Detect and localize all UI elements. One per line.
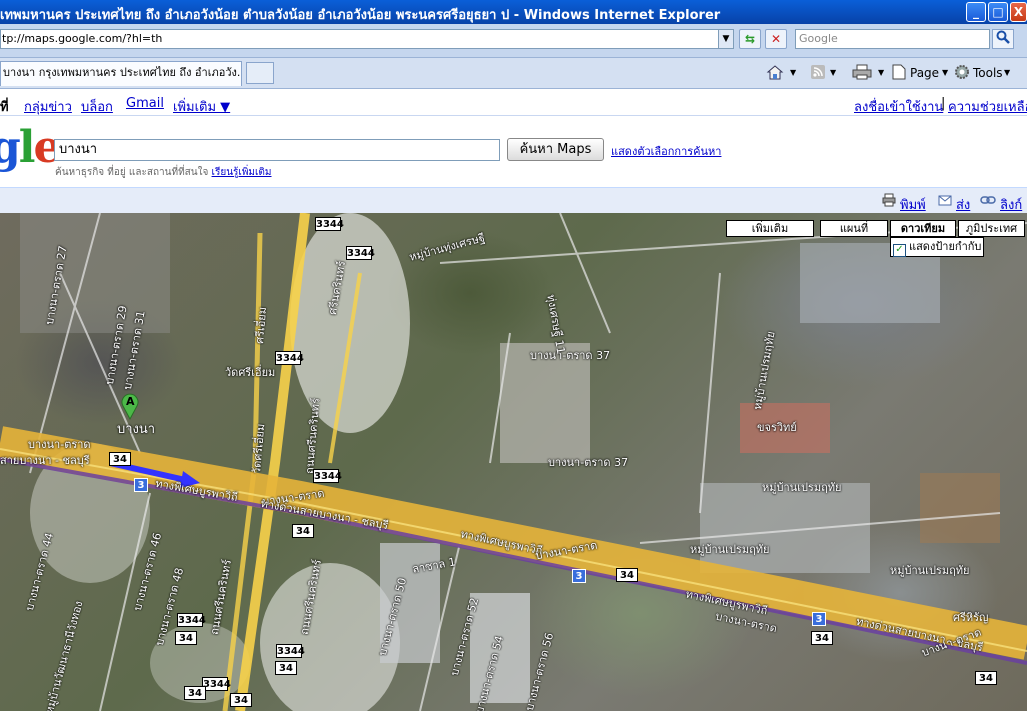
building-block [700, 483, 870, 573]
signin-link[interactable]: ลงชื่อเข้าใช้งาน [854, 96, 943, 117]
minimize-button[interactable]: _ [966, 2, 986, 22]
shield-34: 34 [811, 631, 833, 645]
shield-34: 34 [230, 693, 252, 707]
shield-34: 34 [975, 671, 997, 685]
building-block [920, 473, 1000, 543]
shield-3344: 3344 [315, 217, 344, 231]
address-input[interactable]: tp://maps.google.com/?hl=th [0, 29, 733, 49]
address-bar-row: tp://maps.google.com/?hl=th ▼ ⇆ ✕ Google [0, 24, 1027, 58]
search-maps-button[interactable]: ค้นหา Maps [507, 138, 604, 161]
map-type-terrain-button[interactable]: ภูมิประเทศ [958, 220, 1025, 237]
show-labels-option[interactable]: ✓ แสดงป้ายกำกับ [890, 237, 984, 257]
print-dropdown-icon[interactable]: ▼ [878, 64, 884, 82]
email-icon[interactable] [938, 193, 952, 207]
map-action-strip: พิมพ์ ส่ง ลิงก์ [0, 187, 1027, 214]
label-khlongsong: ขจรวิทย์ [757, 421, 797, 434]
marker-a-label: A [126, 395, 135, 408]
print-icon[interactable] [882, 193, 896, 207]
stop-icon[interactable]: ✕ [765, 29, 787, 49]
shield-34: 34 [292, 524, 314, 538]
maps-search-input[interactable]: บางนา [54, 139, 500, 161]
page-dropdown-icon[interactable]: ▼ [942, 64, 948, 82]
shield-34: 34 [616, 568, 638, 582]
feeds-icon[interactable] [810, 64, 826, 82]
shield-3: 3 [812, 612, 826, 626]
label-bangna-trat-37-b: บางนา-ตราด 37 [548, 456, 629, 469]
print-icon[interactable] [852, 64, 872, 82]
gbar-link-blogs[interactable]: บล็อก [81, 96, 113, 117]
label-wat-si-iam: วัดศรีเอี่ยม [225, 366, 276, 379]
map-more-button[interactable]: เพิ่มเติม [726, 220, 814, 237]
tab-row: บางนา กรุงเทพมหานคร ประเทศไทย ถึง อำเภอว… [0, 58, 1027, 89]
print-link[interactable]: พิมพ์ [900, 194, 926, 215]
close-button[interactable]: X [1010, 2, 1027, 22]
shield-3344: 3344 [313, 469, 342, 483]
shield-3344: 3344 [177, 613, 206, 627]
shield-3344: 3344 [346, 246, 375, 260]
label-expressway-short: สายบางนา - ชลบุรี [0, 454, 90, 467]
link-icon[interactable] [980, 193, 996, 207]
home-dropdown-icon[interactable]: ▼ [790, 64, 796, 82]
label-village-premruthai: หมู่บ้านเปรมฤทัย [762, 481, 842, 494]
label-village-premruthai3: หมู่บ้านเปรมฤทัย [890, 564, 970, 577]
window-title: เทพมหานคร ประเทศไทย ถึง อำเภอวังน้อย ตำบ… [0, 8, 721, 23]
shield-3344: 3344 [275, 351, 304, 365]
gbar-link-gmail[interactable]: Gmail [126, 96, 164, 111]
search-options-link[interactable]: แสดงตัวเลือกการค้นหา [611, 142, 721, 160]
label-sriharat: ศรีหิรัญ [953, 611, 989, 624]
checkbox-checked-icon[interactable]: ✓ [893, 244, 906, 257]
link-link[interactable]: ลิงก์ [1000, 194, 1022, 215]
learn-more-link[interactable]: เรียนรู้เพิ่มเติม [212, 167, 272, 178]
shield-3: 3 [572, 569, 586, 583]
gbar-divider [0, 115, 1027, 116]
gbar-separator: | [941, 96, 946, 111]
search-input[interactable]: Google [795, 29, 990, 49]
shield-3: 3 [134, 478, 148, 492]
map-view[interactable]: บางนา-ตราด สายบางนา - ชลบุรี ทางพิเศษบูร… [0, 213, 1027, 711]
label-village-premruthai2: หมู่บ้านเปรมฤทัย [690, 543, 770, 556]
send-link[interactable]: ส่ง [956, 194, 970, 215]
tools-gear-icon[interactable] [954, 64, 970, 82]
map-type-map-button[interactable]: แผนที่ [820, 220, 888, 237]
shield-34: 34 [184, 686, 206, 700]
title-bar: เทพมหานคร ประเทศไทย ถึง อำเภอวังน้อย ตำบ… [0, 0, 1027, 24]
page-icon[interactable] [892, 64, 906, 82]
shield-3344: 3344 [276, 644, 305, 658]
marker-a-icon[interactable]: A [120, 392, 140, 421]
map-type-satellite-button[interactable]: ดาวเทียม [890, 220, 956, 237]
label-bangna-trat-37: บางนา-ตราด 37 [530, 349, 611, 362]
refresh-icon[interactable]: ⇆ [739, 29, 761, 49]
gbar-link-groups[interactable]: กลุ่มข่าว [24, 96, 72, 117]
home-icon[interactable] [766, 64, 784, 82]
google-bar: ที่ กลุ่มข่าว บล็อก Gmail เพิ่มเติม ▼ ลง… [0, 92, 1027, 116]
search-hint-text: ค้นหาธุรกิจ ที่อยู่ และสถานที่ที่สนใจ [55, 167, 209, 178]
gbar-link-more[interactable]: เพิ่มเติม ▼ [173, 96, 230, 117]
page-menu[interactable]: Page [910, 64, 939, 82]
label-bangna: บางนา [117, 422, 156, 437]
label-si-iam: ศรีเอี่ยม [252, 306, 270, 345]
tools-dropdown-icon[interactable]: ▼ [1004, 64, 1010, 82]
shield-34: 34 [275, 661, 297, 675]
new-tab-button[interactable] [246, 62, 274, 84]
help-link[interactable]: ความช่วยเหลือ [948, 96, 1027, 117]
tools-menu[interactable]: Tools [973, 64, 1003, 82]
search-icon[interactable] [992, 29, 1014, 49]
shield-34: 34 [175, 631, 197, 645]
shield-34: 34 [109, 452, 131, 466]
gbar-current: ที่ [0, 100, 9, 115]
search-hint: ค้นหาธุรกิจ ที่อยู่ และสถานที่ที่สนใจ เร… [55, 165, 272, 180]
tab-directions[interactable]: บางนา กรุงเทพมหานคร ประเทศไทย ถึง อำเภอว… [0, 61, 242, 86]
maximize-button[interactable]: □ [988, 2, 1008, 22]
show-labels-text: แสดงป้ายกำกับ [909, 240, 982, 253]
address-dropdown-icon[interactable]: ▼ [718, 29, 734, 49]
feeds-dropdown-icon[interactable]: ▼ [830, 64, 836, 82]
